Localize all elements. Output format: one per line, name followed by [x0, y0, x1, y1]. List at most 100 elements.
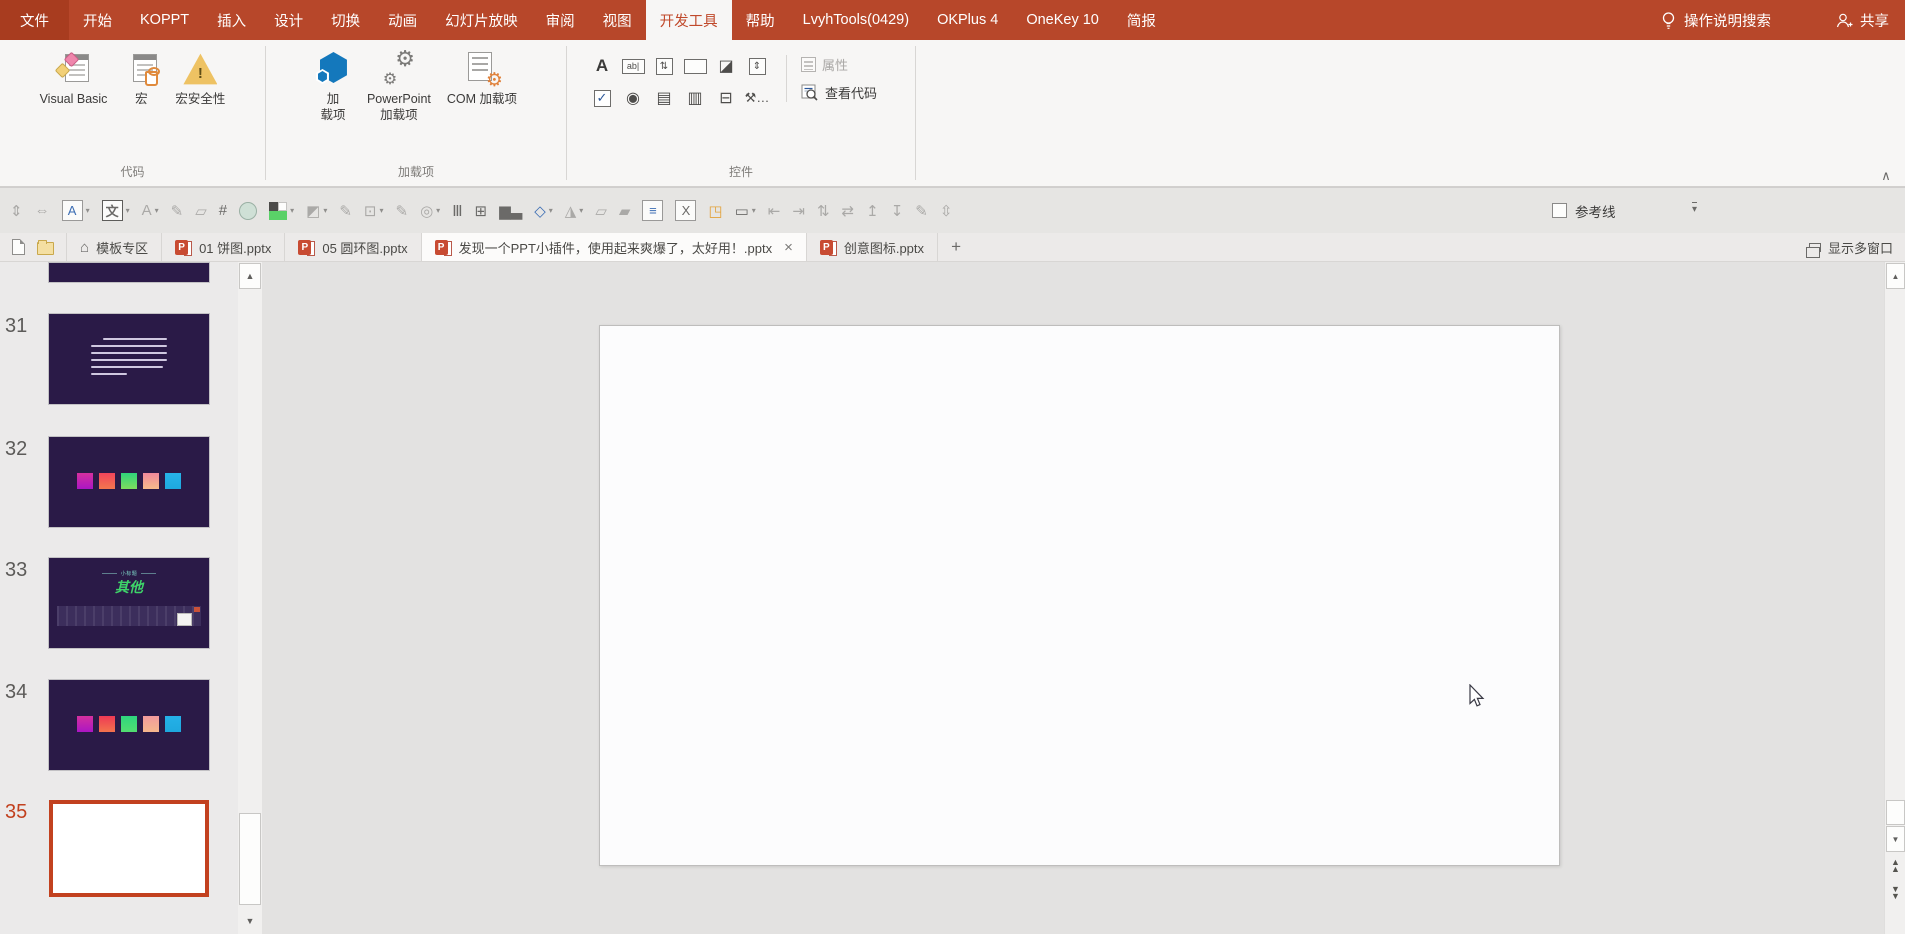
guides-toggle[interactable]: 参考线 [1552, 188, 1616, 233]
share-button[interactable]: 共享 [1835, 10, 1889, 31]
file-tab[interactable]: P 01 饼图.pptx [162, 233, 286, 261]
text-lines-icon[interactable]: ≡ [642, 196, 664, 226]
scrollbar-control[interactable]: ⇕ [744, 53, 770, 79]
slide-thumbnail-34[interactable] [49, 680, 209, 770]
dropdown-caret-icon[interactable]: ▾ [155, 206, 159, 215]
menu-tab-帮助[interactable]: 帮助 [732, 0, 789, 40]
bar-chart-icon[interactable]: ▆▃ [499, 196, 522, 226]
dropdown-caret-icon[interactable]: ▾ [323, 206, 327, 215]
file-tab[interactable]: P 05 圆环图.pptx [285, 233, 422, 261]
new-file-icon[interactable] [12, 239, 25, 255]
label-control[interactable]: A [589, 53, 615, 79]
border-box-icon[interactable]: ▭ ▾ [735, 196, 756, 226]
show-multiple-windows-button[interactable]: 显示多窗口 [1805, 233, 1905, 261]
eyedropper-icon[interactable]: ✎ [171, 196, 184, 226]
paste-picture-icon[interactable]: ▱ [195, 196, 207, 226]
file-tab[interactable]: P 发现一个PPT小插件，使用起来爽爆了，太好用！.pptx × [421, 233, 807, 261]
menu-tab-设计[interactable]: 设计 [260, 0, 317, 40]
menu-tab-OneKey 10[interactable]: OneKey 10 [1012, 0, 1113, 40]
columns-icon[interactable]: Ⅲ [452, 196, 462, 226]
combobox-control[interactable]: ▥ [682, 85, 708, 111]
powerpoint-addins-button[interactable]: ⚙ ⚙ PowerPoint 加载项 [360, 47, 438, 126]
select-shapes-icon[interactable]: ◳ [708, 196, 722, 226]
macro-security-button[interactable]: ! 宏安全性 [168, 47, 232, 109]
slide-thumbnail-32[interactable] [49, 437, 209, 527]
more-controls[interactable]: ⚒… [744, 85, 770, 111]
listbox-control[interactable]: ▤ [651, 85, 677, 111]
checkbox-control[interactable]: ✓ [589, 85, 615, 111]
file-tab[interactable]: P 创意图标.pptx [807, 233, 939, 261]
ellipse-icon[interactable] [239, 196, 258, 226]
distribute-vertical-icon[interactable]: ⇕ [10, 196, 23, 226]
color-swatch-icon[interactable]: ▾ [269, 196, 294, 226]
menu-tab-开发工具[interactable]: 开发工具 [645, 0, 732, 40]
menu-tab-开始[interactable]: 开始 [69, 0, 126, 40]
visual-basic-button[interactable]: Visual Basic [33, 47, 115, 109]
dropdown-caret-icon[interactable]: ▾ [290, 206, 294, 215]
slide-35-canvas[interactable] [599, 325, 1560, 866]
toggle-button-control[interactable]: ⊟ [713, 85, 739, 111]
dropdown-caret-icon[interactable]: ▾ [379, 206, 383, 215]
text-style-box-icon[interactable]: A ▾ [61, 196, 90, 226]
new-tab-button[interactable]: + [938, 233, 974, 261]
shapes-icon[interactable]: ◇ ▾ [534, 196, 553, 226]
canvas-scroll-thumb[interactable] [1886, 800, 1905, 825]
thumb-scroll-up-icon[interactable]: ▲ [239, 263, 261, 289]
com-addins-button[interactable]: ⚙ COM 加载项 [440, 47, 524, 109]
menu-tab-OKPlus 4[interactable]: OKPlus 4 [923, 0, 1012, 40]
canvas-scrollbar[interactable]: ▲ ▼ ▲ ▲ ▼ ▼ [1884, 262, 1905, 934]
canvas-scroll-down-icon[interactable]: ▼ [1886, 826, 1905, 852]
merge-shapes-icon[interactable]: ◎ ▾ [420, 196, 440, 226]
view-code-button[interactable]: 查看代码 [801, 83, 877, 102]
edit-shape-icon[interactable]: ⊡ ▾ [364, 196, 384, 226]
command-button-control[interactable] [682, 53, 708, 79]
eyedropper3-icon[interactable]: ✎ [396, 196, 409, 226]
menu-tab-简报[interactable]: 简报 [1113, 0, 1170, 40]
send-left-icon[interactable]: ⇤ [768, 196, 781, 226]
dropdown-caret-icon[interactable]: ▾ [579, 206, 583, 215]
tell-me-search[interactable]: 操作说明搜索 [1661, 10, 1771, 31]
dropdown-caret-icon[interactable]: ▾ [752, 206, 756, 215]
menu-tab-视图[interactable]: 视图 [589, 0, 646, 40]
slide-thumbnail[interactable] [49, 263, 209, 282]
macros-button[interactable]: 宏 [116, 47, 166, 109]
font-color-icon[interactable]: A ▾ [142, 196, 159, 226]
menu-tab-幻灯片放映[interactable]: 幻灯片放映 [431, 0, 532, 40]
menu-tab-插入[interactable]: 插入 [203, 0, 260, 40]
menu-tab-切换[interactable]: 切换 [317, 0, 374, 40]
overlap-squares-icon[interactable]: ▱ [595, 196, 607, 226]
canvas-scroll-up-icon[interactable]: ▲ [1886, 263, 1905, 289]
image-control[interactable]: ◪ [713, 53, 739, 79]
previous-slide-button[interactable]: ▲ ▲ [1887, 858, 1904, 874]
menu-tab-KOPPT[interactable]: KOPPT [126, 0, 203, 40]
slide-thumbnail-35[interactable] [49, 800, 209, 897]
close-tab-icon[interactable]: × [784, 240, 793, 255]
menu-tab-审阅[interactable]: 审阅 [532, 0, 589, 40]
addins-button[interactable]: 加 载项 [308, 47, 358, 126]
textbox-control[interactable]: ab| [620, 53, 646, 79]
dropdown-caret-icon[interactable]: ▾ [549, 206, 553, 215]
send-right-icon[interactable]: ⇥ [792, 196, 805, 226]
menu-tab-动画[interactable]: 动画 [374, 0, 431, 40]
thumbnail-scrollbar[interactable]: ▲ ▼ [238, 262, 262, 934]
group-squares-icon[interactable]: ▰ [619, 196, 631, 226]
dropdown-caret-icon[interactable]: ▾ [86, 206, 90, 215]
eyedropper2-icon[interactable]: ✎ [339, 196, 352, 226]
spin-button-control[interactable]: ⇅ [651, 53, 677, 79]
toolbar-overflow-icon[interactable]: ▾ [1692, 202, 1698, 217]
menu-tab-LvyhTools(0429)[interactable]: LvyhTools(0429) [789, 0, 923, 40]
crop-marks-icon[interactable]: # [219, 196, 227, 226]
file-tab[interactable]: ⌂ 模板专区 [66, 233, 163, 261]
properties-button[interactable]: 属性 [801, 55, 877, 74]
resize-height-icon[interactable]: ⇳ [940, 196, 953, 226]
slide-thumbnail-31[interactable] [49, 314, 209, 404]
next-slide-button[interactable]: ▼ ▼ [1887, 885, 1904, 901]
option-button-control[interactable]: ◉ [620, 85, 646, 111]
dropdown-caret-icon[interactable]: ▾ [436, 206, 440, 215]
distribute-horizontal-icon[interactable]: ⇔ [35, 196, 50, 226]
guides-checkbox[interactable] [1552, 203, 1567, 218]
dropdown-caret-icon[interactable]: ▾ [126, 206, 130, 215]
menu-tab-文件[interactable]: 文件 [0, 0, 69, 40]
move-up-icon[interactable]: ↥ [866, 196, 879, 226]
align-stack-icon[interactable]: ⇅ [817, 196, 830, 226]
